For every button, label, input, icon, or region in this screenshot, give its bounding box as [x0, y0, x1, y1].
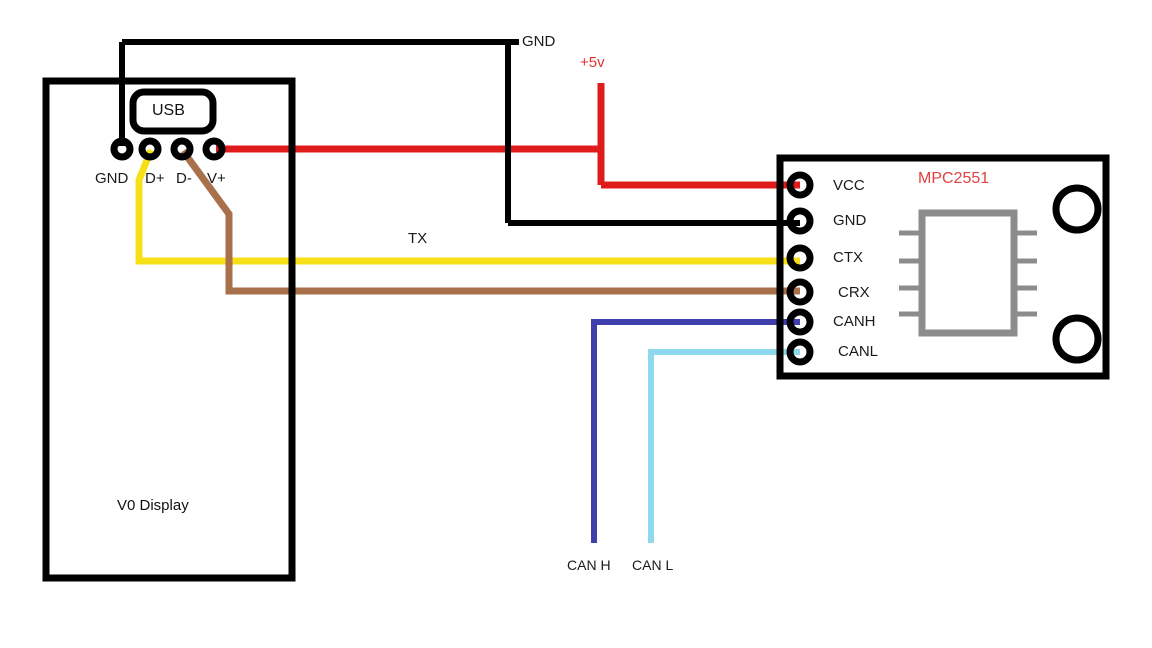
mpc2551-module-board — [776, 154, 1110, 380]
net-label-can-l: CAN L — [632, 557, 674, 573]
net-label-5v: +5v — [580, 54, 605, 71]
pin-ring-dplus — [138, 137, 162, 161]
module-pin-label-ctx: CTX — [833, 249, 863, 266]
net-label-gnd: GND — [522, 33, 556, 50]
display-pin-label-vplus: V+ — [207, 170, 226, 187]
display-board-label: V0 Display — [117, 497, 189, 514]
display-pin-label-gnd: GND — [95, 170, 129, 187]
net-label-tx: TX — [408, 230, 428, 247]
wire-canh-blue — [591, 319, 800, 543]
usb-connector-label: USB — [152, 102, 185, 119]
module-pin-label-gnd: GND — [833, 212, 867, 229]
pin-ring-dminus — [170, 137, 194, 161]
wiring-diagram-canvas: USB V0 Display GND D+ D- V+ MPC2551 VCC … — [0, 0, 1152, 648]
mpc2551-label: MPC2551 — [918, 170, 990, 187]
display-pin-label-dplus: D+ — [145, 170, 165, 187]
module-pin-label-vcc: VCC — [833, 177, 865, 194]
module-pin-label-canl: CANL — [838, 343, 879, 360]
module-pin-label-crx: CRX — [838, 284, 870, 301]
pin-ring-gnd — [110, 137, 134, 161]
pin-ring-vplus — [202, 137, 226, 161]
mounting-hole-bottom — [1052, 314, 1102, 364]
net-label-can-h: CAN H — [567, 557, 611, 573]
wire-tx-yellow — [135, 148, 800, 265]
mounting-hole-top — [1052, 184, 1102, 234]
wire-canl-lightblue — [648, 349, 800, 543]
display-pin-label-dminus: D- — [176, 170, 192, 187]
module-pin-label-canh: CANH — [833, 313, 876, 330]
display-pin-rings — [110, 137, 226, 161]
ic-chip — [899, 209, 1037, 337]
diagram-svg — [42, 39, 1110, 582]
wire-ground — [119, 39, 800, 226]
